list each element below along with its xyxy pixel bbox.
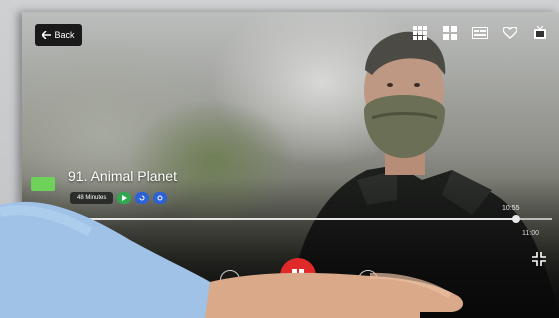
progress-bar[interactable] [32, 215, 552, 223]
restart-chip[interactable] [135, 192, 150, 204]
progress-fill [32, 218, 516, 220]
play-pause-button[interactable] [280, 258, 316, 294]
tv-screen: Back 91. Animal Planet 48 Minutes 10:55 … [22, 12, 559, 318]
forward-button[interactable] [358, 270, 378, 290]
channel-logo [31, 177, 55, 191]
time-total: 11:00 [522, 230, 539, 237]
info-chip[interactable] [153, 192, 168, 204]
exit-fullscreen-icon[interactable] [532, 252, 546, 266]
pause-icon [292, 269, 304, 283]
progress-knob[interactable] [511, 215, 520, 223]
duration-chip: 48 Minutes [70, 192, 114, 204]
search-icon [157, 195, 163, 201]
channel-title: 91. Animal Planet [68, 168, 177, 184]
play-chip[interactable] [117, 192, 132, 204]
rewind-button[interactable] [220, 270, 240, 290]
play-icon [122, 195, 128, 201]
previous-icon[interactable] [256, 276, 264, 284]
info-chips: 48 Minutes [70, 192, 168, 204]
restart-icon [139, 195, 145, 201]
player-overlay: 91. Animal Planet 48 Minutes 10:55 11:00 [22, 12, 559, 318]
playback-controls [216, 258, 386, 298]
time-elapsed: 10:55 [502, 205, 520, 212]
